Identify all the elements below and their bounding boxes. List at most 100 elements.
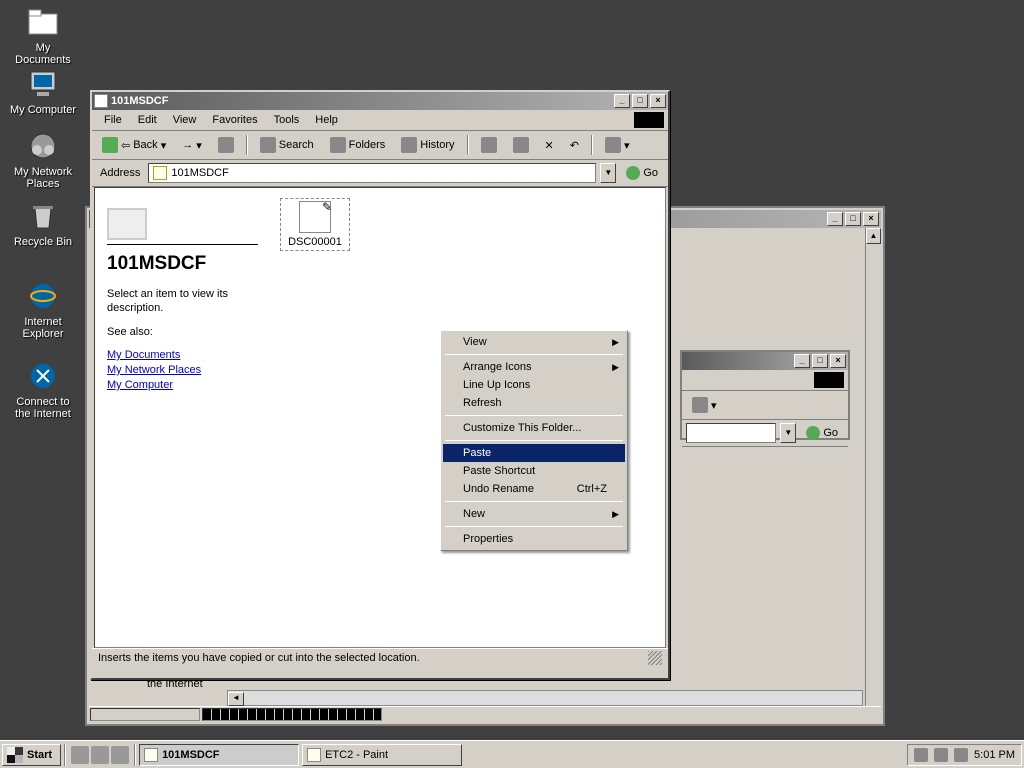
history-icon bbox=[401, 137, 417, 153]
close-button[interactable]: × bbox=[830, 354, 846, 368]
desktop-icon-network[interactable]: My Network Places bbox=[8, 130, 78, 190]
moveto-icon bbox=[481, 137, 497, 153]
link-my-computer[interactable]: My Computer bbox=[107, 379, 258, 391]
desktop-icon-my-computer[interactable]: My Computer bbox=[8, 68, 78, 116]
close-button[interactable]: × bbox=[863, 212, 879, 226]
taskbar-btn-101msdcf[interactable]: 101MSDCF bbox=[139, 744, 299, 766]
file-label: DSC00001 bbox=[283, 236, 347, 248]
computer-icon bbox=[27, 68, 59, 100]
go-button-bg2[interactable]: Go bbox=[800, 423, 844, 443]
tray-volume-icon[interactable] bbox=[914, 748, 928, 762]
menu-file[interactable]: File bbox=[96, 112, 130, 128]
folder-icon bbox=[94, 94, 108, 108]
address-input[interactable]: 101MSDCF bbox=[148, 163, 596, 183]
address-dropdown[interactable]: ▼ bbox=[780, 423, 796, 443]
ctx-paste[interactable]: Paste bbox=[443, 444, 625, 462]
ctx-new[interactable]: New▶ bbox=[443, 505, 625, 523]
search-button[interactable]: Search bbox=[254, 134, 320, 156]
ql-ie-icon[interactable] bbox=[71, 746, 89, 764]
close-button[interactable]: × bbox=[650, 94, 666, 108]
views-button[interactable]: ▾ bbox=[686, 394, 723, 416]
web-panel: 101MSDCF Select an item to view its desc… bbox=[95, 188, 270, 647]
address-value: 101MSDCF bbox=[171, 167, 228, 179]
taskbar-btn-paint[interactable]: ETC2 - Paint bbox=[302, 744, 462, 766]
ctx-customize[interactable]: Customize This Folder... bbox=[443, 419, 625, 437]
desktop-icon-recycle-bin[interactable]: Recycle Bin bbox=[8, 200, 78, 248]
throbber-icon bbox=[814, 372, 844, 388]
menu-help[interactable]: Help bbox=[307, 112, 346, 128]
folder-icon bbox=[153, 166, 167, 180]
views-icon bbox=[692, 397, 708, 413]
file-dsc00001[interactable]: DSC00001 bbox=[280, 198, 350, 251]
tray-network-icon[interactable] bbox=[934, 748, 948, 762]
go-icon bbox=[806, 426, 820, 440]
go-button[interactable]: Go bbox=[620, 163, 664, 183]
folder-title: 101MSDCF bbox=[107, 253, 258, 275]
scrollbar-vertical[interactable]: ▲ ▼ bbox=[865, 228, 881, 722]
submenu-arrow-icon: ▶ bbox=[612, 337, 619, 348]
ctx-undo-rename[interactable]: Undo RenameCtrl+Z bbox=[443, 480, 625, 498]
ql-desktop-icon[interactable] bbox=[111, 746, 129, 764]
address-dropdown[interactable]: ▼ bbox=[600, 163, 616, 183]
tray-display-icon[interactable] bbox=[954, 748, 968, 762]
link-my-network-places[interactable]: My Network Places bbox=[107, 364, 258, 376]
back-button[interactable]: ⇦ Back ▾ bbox=[96, 134, 172, 156]
scrollbar-horizontal[interactable]: ◄ bbox=[227, 690, 863, 706]
resize-grip[interactable] bbox=[648, 651, 662, 665]
folder-icon bbox=[27, 6, 59, 38]
views-button[interactable]: ▾ bbox=[599, 134, 636, 156]
folders-button[interactable]: Folders bbox=[324, 134, 392, 156]
address-label: Address bbox=[96, 167, 144, 179]
search-icon bbox=[260, 137, 276, 153]
copyto-icon bbox=[513, 137, 529, 153]
ctx-line-up-icons[interactable]: Line Up Icons bbox=[443, 376, 625, 394]
delete-button[interactable]: ✕ bbox=[539, 134, 560, 156]
folders-icon bbox=[330, 137, 346, 153]
image-file-icon bbox=[299, 201, 331, 233]
start-button[interactable]: Start bbox=[2, 744, 61, 766]
minimize-button[interactable]: _ bbox=[794, 354, 810, 368]
ctx-paste-shortcut[interactable]: Paste Shortcut bbox=[443, 462, 625, 480]
scroll-up-button[interactable]: ▲ bbox=[866, 228, 881, 244]
minimize-button[interactable]: _ bbox=[827, 212, 843, 226]
address-bar: Address 101MSDCF ▼ Go bbox=[92, 160, 668, 187]
maximize-button[interactable]: □ bbox=[812, 354, 828, 368]
desktop-icon-my-documents[interactable]: My Documents bbox=[8, 6, 78, 66]
desktop-icon-ie[interactable]: Internet Explorer bbox=[8, 280, 78, 340]
ctx-view[interactable]: View▶ bbox=[443, 333, 625, 351]
titlebar[interactable]: 101MSDCF _ □ × bbox=[92, 92, 668, 110]
recycle-bin-icon bbox=[27, 200, 59, 232]
minimize-button[interactable]: _ bbox=[614, 94, 630, 108]
up-button[interactable] bbox=[212, 134, 240, 156]
copyto-button[interactable] bbox=[507, 134, 535, 156]
back-icon bbox=[102, 137, 118, 153]
status-text: Inserts the items you have copied or cut… bbox=[98, 652, 420, 664]
forward-button[interactable]: → ▾ bbox=[176, 134, 208, 156]
history-button[interactable]: History bbox=[395, 134, 460, 156]
ctx-properties[interactable]: Properties bbox=[443, 530, 625, 548]
link-my-documents[interactable]: My Documents bbox=[107, 349, 258, 361]
undo-button[interactable]: ↶ bbox=[564, 134, 585, 156]
connect-icon bbox=[27, 360, 59, 392]
moveto-button[interactable] bbox=[475, 134, 503, 156]
bg2-titlebar[interactable]: _ □ × bbox=[682, 352, 848, 370]
ctx-refresh[interactable]: Refresh bbox=[443, 394, 625, 412]
ql-outlook-icon[interactable] bbox=[91, 746, 109, 764]
menu-favorites[interactable]: Favorites bbox=[204, 112, 265, 128]
address-input-bg2[interactable] bbox=[686, 423, 776, 443]
scroll-left-button[interactable]: ◄ bbox=[228, 692, 244, 706]
taskbar: Start 101MSDCF ETC2 - Paint 5:01 PM bbox=[0, 740, 1024, 768]
menu-edit[interactable]: Edit bbox=[130, 112, 165, 128]
desktop-icon-connect[interactable]: Connect to the Internet bbox=[8, 360, 78, 420]
menu-view[interactable]: View bbox=[165, 112, 205, 128]
maximize-button[interactable]: □ bbox=[845, 212, 861, 226]
up-icon bbox=[218, 137, 234, 153]
statusbar: Inserts the items you have copied or cut… bbox=[92, 648, 668, 666]
menu-tools[interactable]: Tools bbox=[266, 112, 308, 128]
delete-icon: ✕ bbox=[545, 139, 554, 152]
clock[interactable]: 5:01 PM bbox=[974, 749, 1015, 761]
paint-icon bbox=[307, 748, 321, 762]
maximize-button[interactable]: □ bbox=[632, 94, 648, 108]
submenu-arrow-icon: ▶ bbox=[612, 362, 619, 373]
ctx-arrange-icons[interactable]: Arrange Icons▶ bbox=[443, 358, 625, 376]
